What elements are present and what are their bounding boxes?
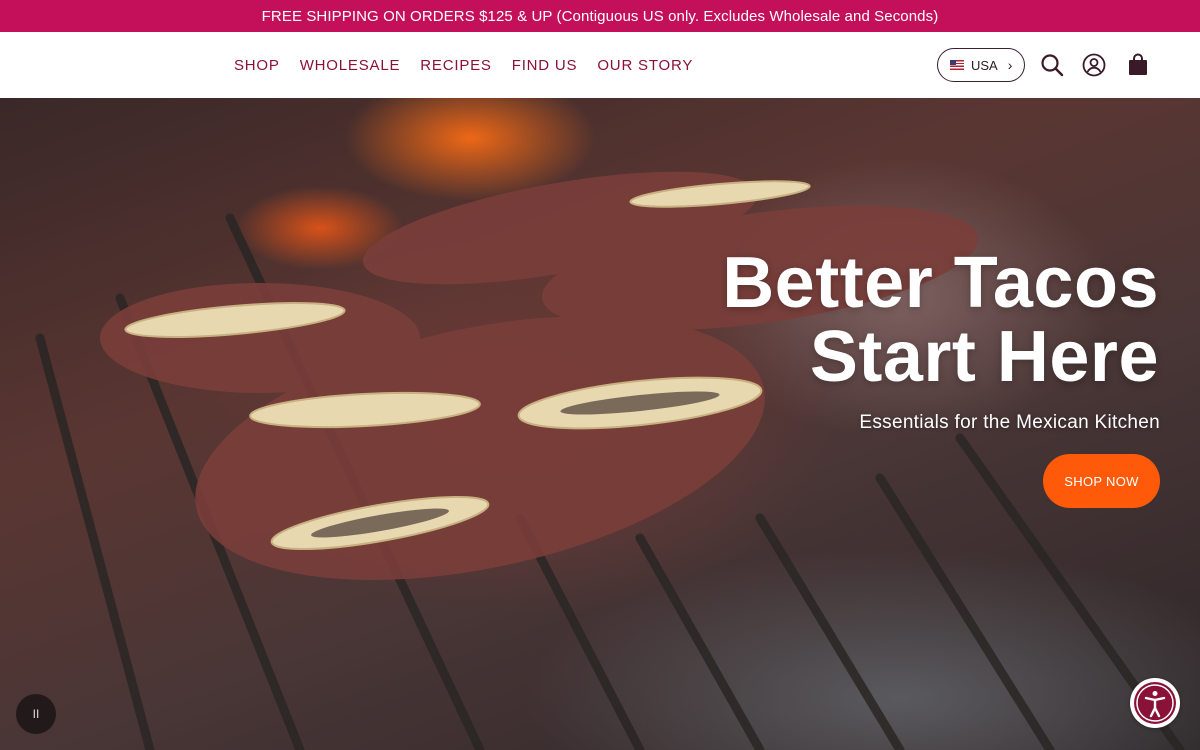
nav-item-find-us[interactable]: FIND US: [512, 57, 578, 74]
accessibility-icon: [1134, 682, 1176, 724]
nav-item-shop[interactable]: SHOP: [234, 57, 280, 74]
nav-item-recipes[interactable]: RECIPES: [420, 57, 491, 74]
site-header: SHOP WHOLESALE RECIPES FIND US OUR STORY…: [0, 32, 1200, 98]
hero-headline-line-2: Start Here: [809, 317, 1159, 397]
announcement-text: FREE SHIPPING ON ORDERS $125 & UP (Conti…: [261, 7, 939, 25]
accessibility-button[interactable]: [1130, 678, 1180, 728]
country-selector[interactable]: USA ›: [937, 48, 1025, 82]
nav-item-wholesale[interactable]: WHOLESALE: [300, 57, 401, 74]
shop-now-button[interactable]: SHOP NOW: [1043, 454, 1160, 508]
chevron-right-icon: ›: [1007, 57, 1013, 73]
main-nav: SHOP WHOLESALE RECIPES FIND US OUR STORY: [234, 32, 693, 98]
nav-item-our-story[interactable]: OUR STORY: [597, 57, 693, 74]
account-icon[interactable]: [1082, 53, 1106, 77]
hero-headline: Better Tacos Start Here: [722, 246, 1159, 394]
hero-banner: Better Tacos Start Here Essentials for t…: [0, 98, 1200, 750]
hero-headline-line-1: Better Tacos: [722, 243, 1159, 323]
country-label: USA: [971, 57, 998, 73]
us-flag-icon: [950, 60, 964, 70]
pause-icon: II: [32, 707, 40, 721]
search-icon[interactable]: [1040, 53, 1064, 77]
cart-icon[interactable]: [1126, 53, 1150, 77]
hero-subheadline: Essentials for the Mexican Kitchen: [859, 412, 1160, 433]
pause-video-button[interactable]: II: [16, 694, 56, 734]
announcement-bar: FREE SHIPPING ON ORDERS $125 & UP (Conti…: [0, 0, 1200, 32]
